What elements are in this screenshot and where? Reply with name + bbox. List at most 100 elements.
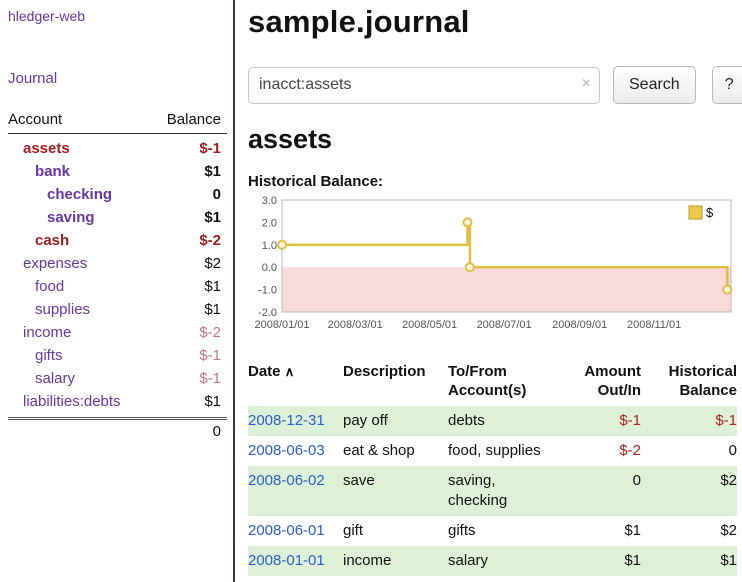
column-header-date[interactable]: Date ∧ <box>248 359 343 406</box>
register-balance: $1 <box>641 546 737 576</box>
y-tick-label: -2.0 <box>258 307 277 319</box>
accounts-header-account: Account <box>8 111 62 128</box>
account-link-cash[interactable]: cash <box>8 229 69 252</box>
register-description: save <box>343 466 448 516</box>
account-balance: $1 <box>204 160 221 183</box>
account-link-expenses[interactable]: expenses <box>8 252 87 275</box>
column-header-balance: Historical Balance <box>641 359 737 406</box>
register-date-link[interactable]: 2008-06-02 <box>248 472 325 489</box>
sidebar-item-journal[interactable]: Journal <box>8 70 227 87</box>
register-date-link[interactable]: 2008-01-01 <box>248 552 325 569</box>
register-balance: $-1 <box>641 406 737 436</box>
account-link-supplies[interactable]: supplies <box>8 298 90 321</box>
register-description: gift <box>343 516 448 546</box>
app-title-link[interactable]: hledger-web <box>8 8 227 24</box>
account-link-income[interactable]: income <box>8 321 71 344</box>
y-tick-label: 0.0 <box>262 262 277 274</box>
register-row: 2008-06-03eat & shopfood, supplies$-20 <box>248 436 737 466</box>
account-row: gifts $-1 <box>8 344 227 367</box>
search-button[interactable]: Search <box>613 66 696 104</box>
register-amount: $1 <box>558 546 641 576</box>
register-accounts: debts <box>448 406 558 436</box>
clear-search-icon[interactable]: × <box>582 76 591 92</box>
sort-ascending-icon: ∧ <box>285 364 295 379</box>
search-form: × Search ? <box>248 66 742 104</box>
register-date-link[interactable]: 2008-06-03 <box>248 442 325 459</box>
data-point-marker <box>466 263 474 271</box>
search-input[interactable] <box>248 67 600 104</box>
register-balance: $2 <box>641 466 737 516</box>
page-title: sample.journal <box>248 4 742 40</box>
register-description: income <box>343 546 448 576</box>
account-balance: $-2 <box>199 229 221 252</box>
balance-chart-svg: 3.02.01.00.0-1.0-2.02008/01/012008/03/01… <box>248 196 737 344</box>
column-header-amount: Amount Out/In <box>558 359 641 406</box>
legend-label: $ <box>706 205 714 220</box>
search-box: × <box>248 67 600 104</box>
account-row: food$1 <box>8 275 227 298</box>
account-link-bank[interactable]: bank <box>8 160 70 183</box>
account-row: liabilities:debts $1 <box>8 390 227 413</box>
legend-swatch <box>689 206 702 219</box>
account-balance: $1 <box>204 390 221 413</box>
account-row: cash $-2 <box>8 229 227 252</box>
register-description: eat & shop <box>343 436 448 466</box>
accounts-header-balance: Balance <box>167 111 221 128</box>
x-tick-label: 2008/07/01 <box>477 319 532 331</box>
y-tick-label: -1.0 <box>258 285 277 297</box>
x-tick-label: 2008/01/01 <box>254 319 309 331</box>
register-amount: $-2 <box>558 436 641 466</box>
account-balance: $1 <box>204 206 221 229</box>
register-row: 2008-06-02 savesaving, checking0$2 <box>248 466 737 516</box>
register-row: 2008-01-01incomesalary$1$1 <box>248 546 737 576</box>
register-balance: $2 <box>641 516 737 546</box>
data-point-marker <box>464 218 472 226</box>
account-row: salary $-1 <box>8 367 227 390</box>
account-link-liabilities-debts[interactable]: liabilities:debts <box>8 390 121 413</box>
register-date-link[interactable]: 2008-12-31 <box>248 412 325 429</box>
sidebar: hledger-web Journal Account Balance asse… <box>0 0 235 582</box>
account-balance: $-1 <box>199 344 221 367</box>
account-link-food[interactable]: food <box>8 275 64 298</box>
y-tick-label: 2.0 <box>262 217 277 229</box>
x-tick-label: 2008/11/01 <box>627 319 681 331</box>
account-row: supplies$1 <box>8 298 227 321</box>
account-row: assets $-1 <box>8 137 227 160</box>
account-row: saving $1 <box>8 206 227 229</box>
x-tick-label: 2008/05/01 <box>402 319 457 331</box>
account-link-gifts[interactable]: gifts <box>8 344 63 367</box>
register-description: pay off <box>343 406 448 436</box>
accounts-table: Account Balance assets $-1 bank $1 checking 0… <box>8 109 227 440</box>
account-link-assets[interactable]: assets <box>8 137 70 160</box>
date-header-label: Date <box>248 363 281 380</box>
account-link-checking[interactable]: checking <box>8 183 112 206</box>
account-balance: $-1 <box>199 137 221 160</box>
negative-region <box>282 267 731 312</box>
account-link-salary[interactable]: salary <box>8 367 75 390</box>
accounts-total-value: 0 <box>213 423 221 440</box>
chart-title: Historical Balance: <box>248 173 742 190</box>
account-balance: 0 <box>213 183 221 206</box>
help-button[interactable]: ? <box>712 66 742 104</box>
historical-balance-chart: 3.02.01.00.0-1.0-2.02008/01/012008/03/01… <box>248 196 742 349</box>
hledger-web-app: hledger-web Journal Account Balance asse… <box>0 0 742 582</box>
account-section-heading: assets <box>248 124 742 155</box>
data-point-marker <box>278 241 286 249</box>
account-balance: $-1 <box>199 367 221 390</box>
register-accounts: saving, checking <box>448 466 558 516</box>
register-balance: 0 <box>641 436 737 466</box>
register-date-link[interactable]: 2008-06-01 <box>248 522 325 539</box>
account-balance: $2 <box>204 252 221 275</box>
register-header-row: Date ∧ Description To/From Account(s) Am… <box>248 359 737 406</box>
account-row: expenses $2 <box>8 252 227 275</box>
register-amount: 0 <box>558 466 641 516</box>
account-row: bank $1 <box>8 160 227 183</box>
register-row: 2008-06-01giftgifts$1$2 <box>248 516 737 546</box>
accounts-rows: assets$-1bank$1checking0saving$1cash$-2e… <box>8 134 227 413</box>
main-content: sample.journal × Search ? assets Histori… <box>235 0 742 582</box>
account-link-saving[interactable]: saving <box>8 206 95 229</box>
account-row: income $-2 <box>8 321 227 344</box>
account-balance: $-2 <box>199 321 221 344</box>
register-row: 2008-12-31pay offdebts$-1$-1 <box>248 406 737 436</box>
accounts-table-header: Account Balance <box>8 109 227 134</box>
